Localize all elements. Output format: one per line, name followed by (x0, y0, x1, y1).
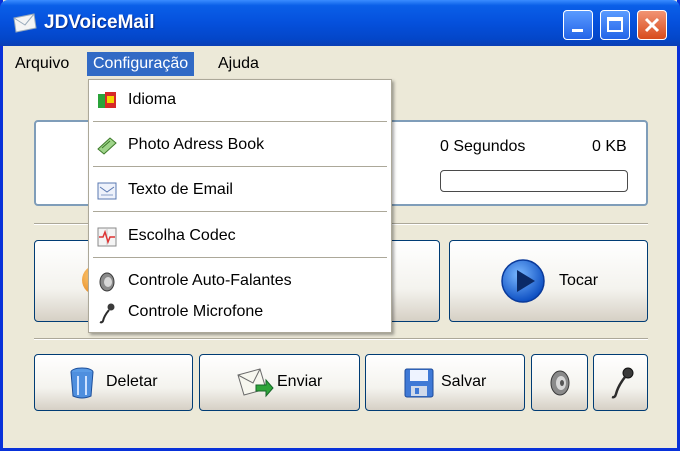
delete-button[interactable]: Deletar (34, 354, 193, 411)
menu-item-controle-auto-falantes[interactable]: Controle Auto-Falantes (89, 268, 391, 296)
menu-item-label: Texto de Email (128, 181, 233, 198)
menu-configuracao[interactable]: Configuração (87, 52, 195, 76)
trash-icon (70, 367, 94, 399)
play-button[interactable]: Tocar (449, 240, 648, 322)
app-window: JDVoiceMail Arquivo Configuração Ajuda 0… (0, 0, 680, 451)
menu-separator (93, 211, 387, 212)
menu-item-photo-adress-book[interactable]: Photo Adress Book (89, 132, 391, 160)
menu-ajuda[interactable]: Ajuda (212, 52, 265, 76)
recording-progress (440, 170, 628, 192)
window-title: JDVoiceMail (44, 12, 155, 33)
microphone-icon (99, 303, 115, 324)
play-icon (501, 259, 545, 303)
minimize-icon (572, 29, 583, 32)
maximize-button[interactable] (600, 10, 630, 40)
menu-item-label: Idioma (128, 91, 177, 108)
minimize-button[interactable] (563, 10, 593, 40)
send-button[interactable]: Enviar (199, 354, 360, 411)
close-button[interactable] (637, 10, 667, 40)
separator (34, 338, 648, 340)
menu-item-label: Controle Microfone (128, 303, 264, 320)
microphone-button[interactable] (593, 354, 648, 411)
microphone-icon (611, 367, 634, 399)
menu-item-escolha-codec[interactable]: Escolha Codec (89, 223, 391, 251)
menu-item-label: Photo Adress Book (128, 136, 265, 153)
close-icon (644, 17, 660, 33)
send-label: Enviar (277, 373, 323, 390)
seconds-label: 0 Segundos (440, 138, 526, 155)
app-envelope-icon (13, 13, 37, 33)
floppy-disk-icon (404, 368, 434, 398)
play-label: Tocar (559, 272, 599, 289)
speaker-icon (99, 272, 115, 292)
menu-separator (93, 121, 387, 122)
menu-item-label: Escolha Codec (128, 227, 236, 244)
menu-item-controle-microfone[interactable]: Controle Microfone (89, 299, 391, 327)
save-button[interactable]: Salvar (365, 354, 525, 411)
menu-item-texto-de-email[interactable]: Texto de Email (89, 177, 391, 205)
menu-arquivo[interactable]: Arquivo (9, 52, 75, 76)
menu-separator (93, 257, 387, 258)
flag-icon (98, 92, 116, 108)
delete-label: Deletar (106, 373, 158, 390)
save-label: Salvar (441, 373, 487, 390)
address-book-icon (97, 137, 117, 155)
menu-item-idioma[interactable]: Idioma (89, 87, 391, 115)
codec-icon (97, 227, 117, 247)
email-text-icon (97, 182, 117, 200)
size-label: 0 KB (592, 138, 627, 155)
menu-item-label: Controle Auto-Falantes (128, 272, 292, 289)
speaker-icon (550, 370, 570, 396)
configuracao-dropdown: Idioma Photo Adress Book Texto de Email (88, 79, 392, 333)
maximize-icon (607, 17, 623, 32)
menu-bar: Arquivo Configuração Ajuda (3, 49, 677, 79)
menu-separator (93, 166, 387, 167)
title-bar[interactable]: JDVoiceMail (0, 0, 680, 46)
speaker-button[interactable] (531, 354, 588, 411)
send-email-icon (237, 368, 274, 398)
